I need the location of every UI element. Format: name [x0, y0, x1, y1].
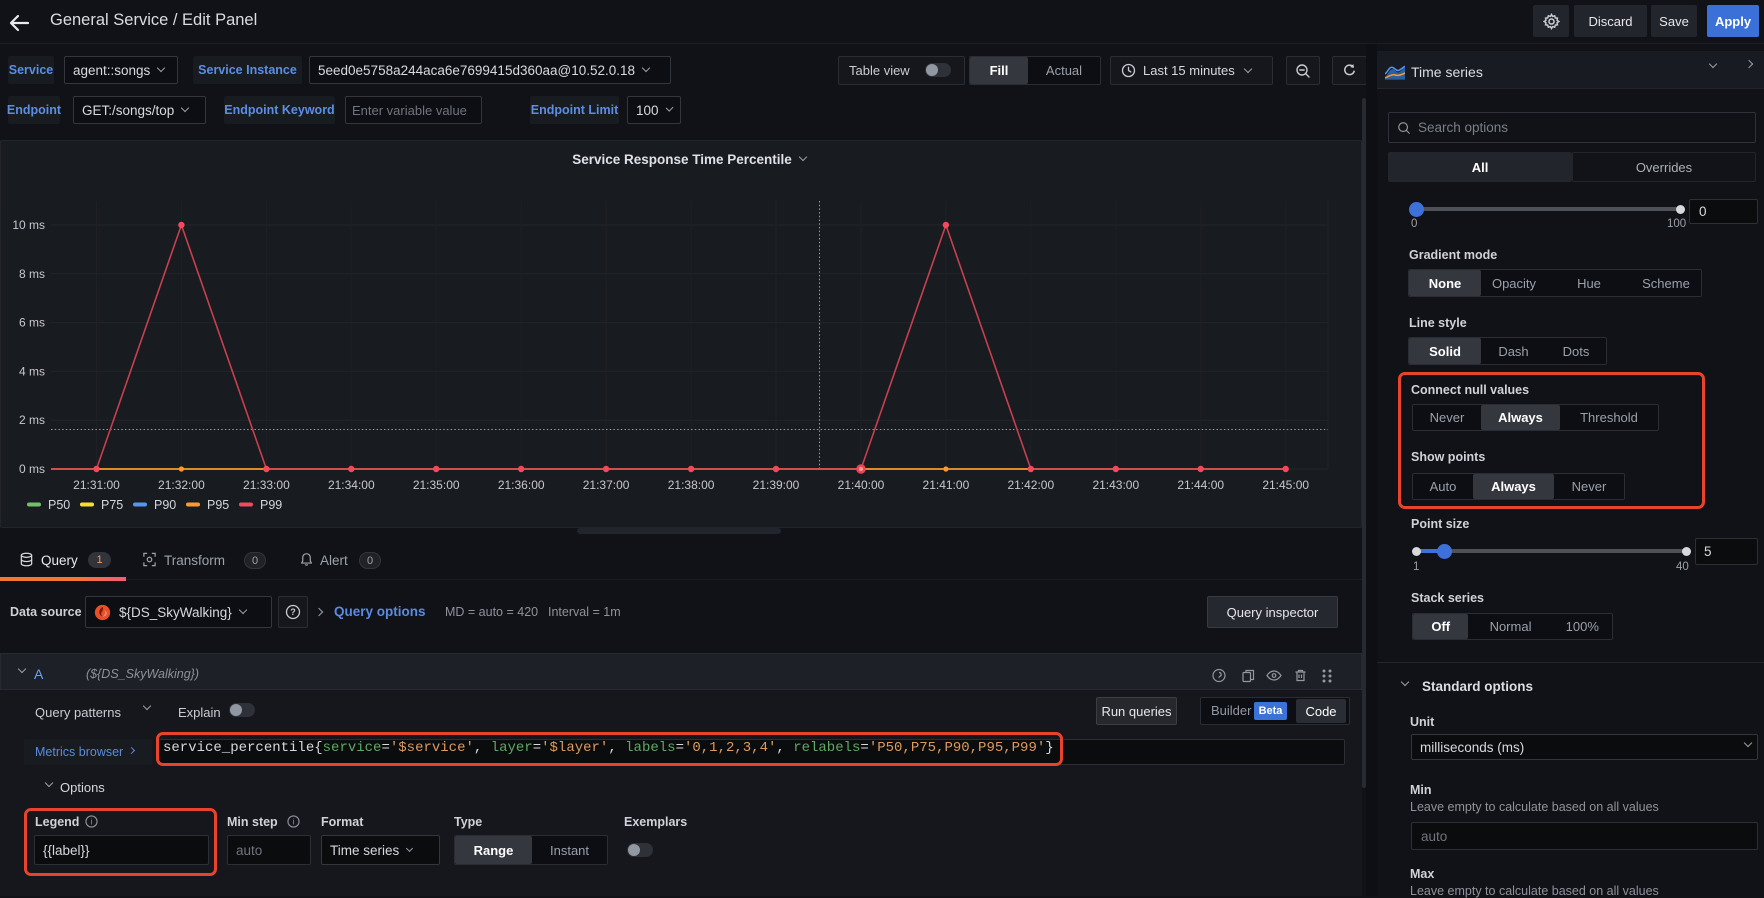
svg-text:2 ms: 2 ms — [19, 413, 45, 427]
svg-text:21:31:00: 21:31:00 — [73, 478, 120, 492]
svg-text:21:42:00: 21:42:00 — [1007, 478, 1054, 492]
svg-text:8 ms: 8 ms — [19, 267, 45, 281]
svg-text:?: ? — [290, 607, 296, 617]
svg-text:10 ms: 10 ms — [12, 218, 45, 232]
svg-text:P95: P95 — [207, 498, 229, 512]
svg-text:21:37:00: 21:37:00 — [583, 478, 630, 492]
svg-text:i: i — [293, 816, 295, 826]
svg-text:21:34:00: 21:34:00 — [328, 478, 375, 492]
svg-text:0 ms: 0 ms — [19, 462, 45, 476]
svg-text:21:39:00: 21:39:00 — [753, 478, 800, 492]
svg-text:21:38:00: 21:38:00 — [668, 478, 715, 492]
svg-text:21:44:00: 21:44:00 — [1177, 478, 1224, 492]
svg-text:21:36:00: 21:36:00 — [498, 478, 545, 492]
svg-text:21:33:00: 21:33:00 — [243, 478, 290, 492]
svg-text:21:35:00: 21:35:00 — [413, 478, 460, 492]
svg-text:4 ms: 4 ms — [19, 364, 45, 378]
svg-text:6 ms: 6 ms — [19, 316, 45, 330]
svg-text:21:32:00: 21:32:00 — [158, 478, 205, 492]
svg-text:21:40:00: 21:40:00 — [838, 478, 885, 492]
svg-text:P50: P50 — [48, 498, 70, 512]
svg-text:21:45:00: 21:45:00 — [1262, 478, 1309, 492]
svg-text:P90: P90 — [154, 498, 176, 512]
svg-text:P75: P75 — [101, 498, 123, 512]
svg-text:21:41:00: 21:41:00 — [923, 478, 970, 492]
svg-text:21:43:00: 21:43:00 — [1092, 478, 1139, 492]
svg-text:P99: P99 — [260, 498, 282, 512]
